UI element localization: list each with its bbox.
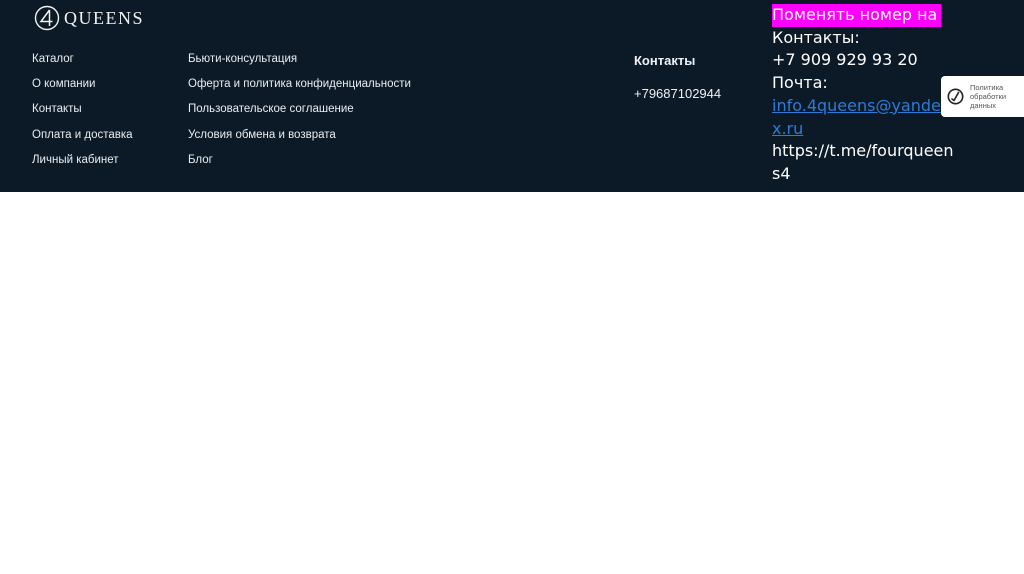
footer-menu-info: Бьюти-консультация Оферта и политика кон…: [188, 51, 411, 177]
note-highlight: Поменять номер на: [772, 4, 942, 27]
footer-menu-main: Каталог О компании Контакты Оплата и дос…: [32, 51, 133, 177]
contacts-heading: Контакты: [634, 53, 696, 68]
footer-link-account[interactable]: Личный кабинет: [32, 152, 133, 177]
note-telegram-link: https://t.me/fourqueens4: [772, 141, 954, 183]
footer-link-beauty-consultation[interactable]: Бьюти-консультация: [188, 51, 411, 76]
contacts-phone-link[interactable]: +79687102944: [634, 86, 721, 101]
footer-link-about[interactable]: О компании: [32, 76, 133, 101]
footer-link-blog[interactable]: Блог: [188, 152, 411, 177]
footer-link-user-agreement[interactable]: Пользовательское соглашение: [188, 101, 411, 126]
footer-link-contacts[interactable]: Контакты: [32, 101, 133, 126]
brand-name: QUEENS: [64, 7, 144, 28]
four-circle-logo-icon: [34, 5, 60, 31]
policy-badge-label: Политика обработки данных: [970, 83, 1007, 110]
brand-logo[interactable]: QUEENS: [34, 5, 144, 31]
note-contacts-label: Контакты:: [772, 27, 860, 47]
note-phone: +7 909 929 93 20: [772, 50, 918, 70]
footer-link-payment-delivery[interactable]: Оплата и доставка: [32, 127, 133, 152]
edit-note: Поменять номер на Контакты: +7 909 929 9…: [772, 4, 954, 186]
note-email-link[interactable]: info.4queens@yandex.ru: [772, 95, 954, 140]
footer-link-catalog[interactable]: Каталог: [32, 51, 133, 76]
footer-link-offer-privacy[interactable]: Оферта и политика конфиденциальности: [188, 76, 411, 101]
footer-link-exchange-return[interactable]: Условия обмена и возврата: [188, 127, 411, 152]
note-email-label: Почта:: [772, 73, 828, 93]
